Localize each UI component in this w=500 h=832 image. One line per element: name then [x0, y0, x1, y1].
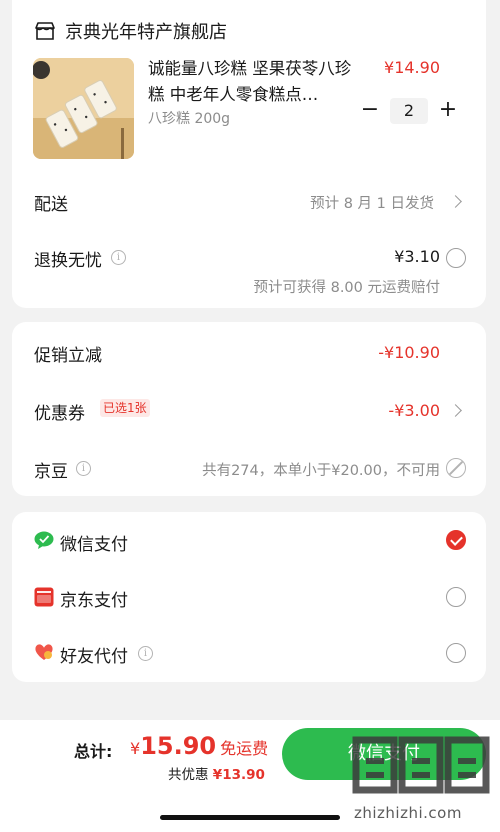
payment-label: 京东支付 [60, 591, 128, 611]
discount-card: 促销立减 -¥10.90 优惠券 已选1张 -¥3.00 京豆 i 共有274，… [12, 322, 486, 496]
info-icon[interactable]: i [111, 250, 126, 265]
product-spec: 八珍糕 200g [148, 111, 231, 127]
product-price: ¥14.90 [384, 58, 440, 77]
decrease-quantity-button[interactable]: − [358, 99, 382, 123]
promotion-label: 促销立减 [34, 346, 102, 366]
jingdou-value: 共有274，本单小于¥20.00，不可用 [202, 463, 440, 479]
watermark-logo [352, 736, 490, 794]
product-image[interactable] [33, 58, 134, 159]
return-insurance-label: 退换无忧 [34, 251, 102, 271]
quantity-value[interactable]: 2 [390, 98, 428, 124]
currency-symbol: ¥ [130, 739, 141, 758]
jd-pay-icon [34, 587, 54, 607]
store-icon [35, 22, 55, 40]
payment-label: 微信支付 [60, 535, 128, 555]
coupon-value: -¥3.00 [388, 401, 440, 420]
product-title[interactable]: 诚能量八珍糕 坚果茯苓八珍糕 中老年人零食糕点… [148, 56, 363, 108]
total-value: 15.90 [140, 732, 217, 760]
unavailable-icon [446, 458, 466, 478]
watermark-text: zhizhizhi.com [354, 804, 462, 822]
info-icon[interactable]: i [138, 646, 153, 661]
coupon-selected-badge: 已选1张 [100, 399, 150, 417]
return-insurance-checkbox[interactable] [446, 248, 466, 268]
chevron-right-icon [449, 404, 462, 417]
payment-methods-card: 微信支付 京东支付 好友代付 i [12, 512, 486, 682]
quantity-stepper: − 2 + [358, 98, 460, 124]
total-label: 总计: [74, 742, 113, 761]
info-icon[interactable]: i [76, 461, 91, 476]
order-item-card: 京典光年特产旗舰店 诚能量八珍糕 坚果茯苓八珍糕 中老年人零食糕点… 八珍糕 2… [12, 0, 486, 308]
return-insurance-note: 预计可获得 8.00 元运费赔付 [253, 280, 440, 296]
delivery-label: 配送 [34, 195, 68, 215]
payment-radio-selected[interactable] [446, 530, 466, 550]
delivery-estimate: 预计 8 月 1 日发货 [310, 196, 434, 212]
jingdou-label: 京豆 [34, 462, 68, 482]
savings-value: ¥13.90 [212, 767, 265, 783]
shop-header[interactable]: 京典光年特产旗舰店 [34, 16, 227, 46]
payment-radio[interactable] [446, 643, 466, 663]
total-savings: 共优惠 ¥13.90 [168, 763, 265, 783]
total-amount: ¥15.90 免运费 [130, 732, 268, 760]
payment-radio[interactable] [446, 587, 466, 607]
free-shipping-label: 免运费 [220, 739, 269, 758]
wechat-pay-icon [34, 531, 54, 549]
friend-pay-icon [35, 644, 53, 660]
savings-label: 共优惠 [168, 767, 209, 783]
home-indicator[interactable] [160, 815, 340, 820]
chevron-right-icon [449, 195, 462, 208]
promotion-value: -¥10.90 [378, 343, 440, 362]
watermark: zhizhizhi.com [350, 718, 496, 830]
coupon-label: 优惠券 [34, 404, 85, 424]
increase-quantity-button[interactable]: + [436, 99, 460, 123]
shop-name: 京典光年特产旗舰店 [65, 22, 227, 43]
return-insurance-price: ¥3.10 [394, 247, 440, 266]
payment-label: 好友代付 [60, 647, 128, 667]
